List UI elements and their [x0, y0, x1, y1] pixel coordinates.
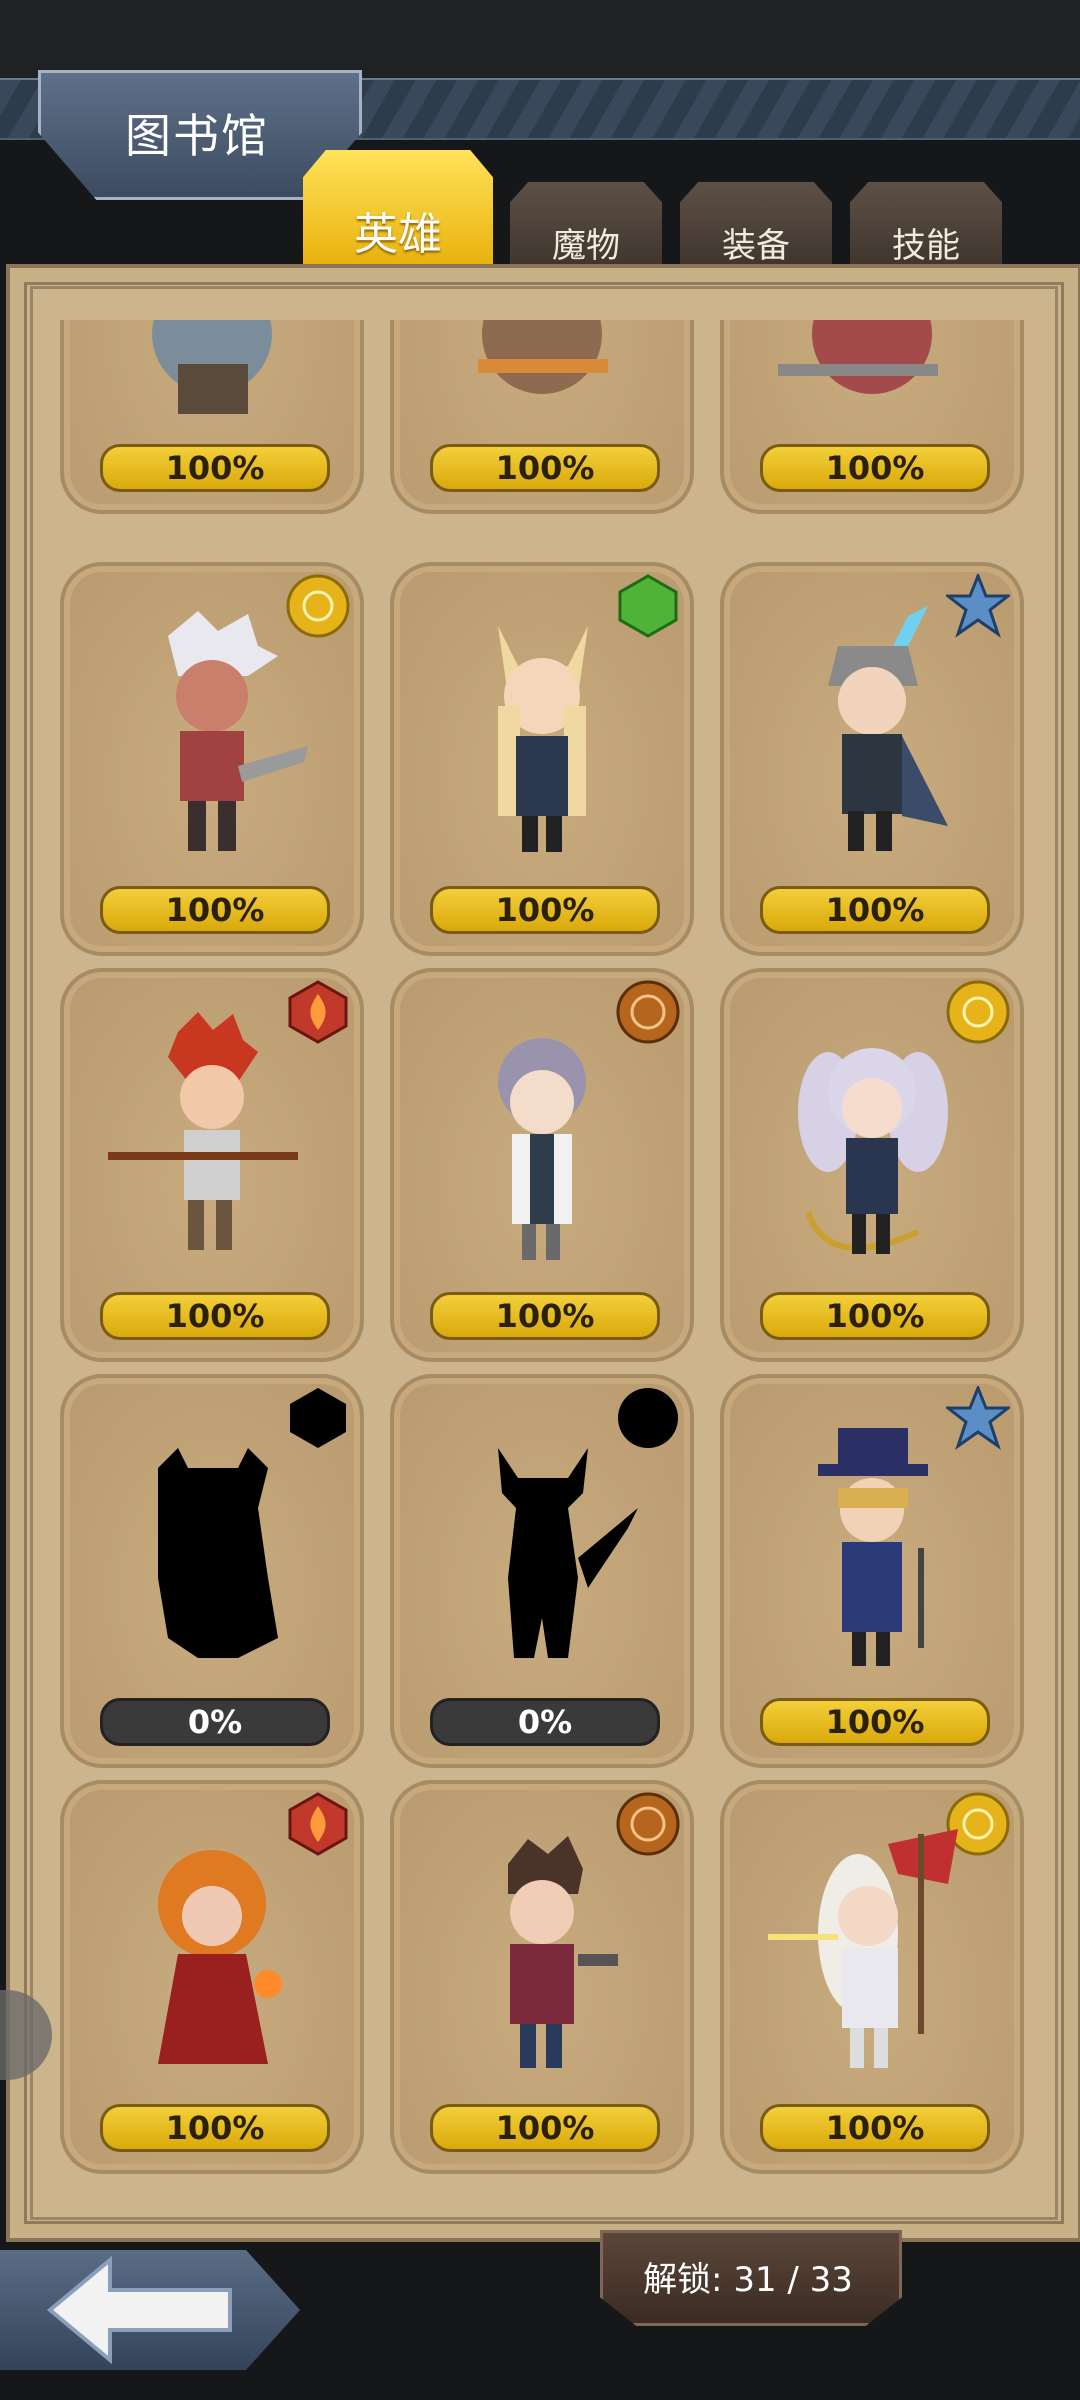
hero-portrait [152, 320, 272, 414]
hero-card-locked[interactable]: 0% [60, 1374, 364, 1768]
hero-portrait [768, 1829, 958, 2068]
hero-card[interactable]: 100% [60, 562, 364, 956]
completion-bar: 100% [100, 1292, 330, 1340]
completion-bar: 100% [430, 886, 660, 934]
completion-bar: 100% [760, 444, 990, 492]
back-button[interactable] [0, 2250, 300, 2370]
hero-portrait [508, 1836, 618, 2068]
hero-card[interactable]: 100% [390, 562, 694, 956]
page-title: 图书馆 [125, 109, 269, 163]
completion-bar: 100% [760, 2104, 990, 2152]
hero-portrait [798, 1048, 948, 1254]
hero-card[interactable]: 100% [60, 968, 364, 1362]
hero-card[interactable]: 100% [390, 1780, 694, 2174]
completion-bar: 100% [430, 1292, 660, 1340]
completion-bar: 100% [100, 2104, 330, 2152]
hero-card[interactable]: 100% [720, 1374, 1024, 1768]
tab-monsters[interactable]: 魔物 [510, 182, 662, 274]
hero-portrait [818, 1428, 928, 1666]
hero-card[interactable]: 100% [720, 1780, 1024, 2174]
tab-heroes-label: 英雄 [354, 209, 442, 260]
status-area [0, 0, 1080, 78]
completion-bar: 100% [430, 444, 660, 492]
hero-card[interactable]: 100% [60, 320, 364, 514]
hero-card-locked[interactable]: 0% [390, 1374, 694, 1768]
completion-bar: 100% [100, 444, 330, 492]
hero-card[interactable]: 100% [390, 320, 694, 514]
completion-bar: 0% [100, 1698, 330, 1746]
hero-card[interactable]: 100% [720, 968, 1024, 1362]
locked-silhouette [158, 1448, 278, 1658]
hero-portrait [158, 1850, 282, 2064]
tab-skills[interactable]: 技能 [850, 182, 1002, 274]
completion-bar: 100% [100, 886, 330, 934]
hero-portrait [498, 626, 588, 852]
hero-portrait [168, 611, 308, 851]
hero-card[interactable]: 100% [720, 562, 1024, 956]
hero-portrait [498, 1038, 586, 1260]
completion-bar: 100% [760, 886, 990, 934]
completion-bar: 0% [430, 1698, 660, 1746]
hero-grid[interactable]: 100% 100% 100% 100% 100% 100% 100% 100% … [40, 320, 1040, 2180]
hero-card[interactable]: 100% [60, 1780, 364, 2174]
unlock-count: 解锁: 31 / 33 [643, 2260, 853, 2300]
completion-bar: 100% [430, 2104, 660, 2152]
completion-bar: 100% [760, 1698, 990, 1746]
hero-portrait [778, 320, 938, 394]
hero-portrait [828, 606, 948, 851]
locked-silhouette [498, 1448, 638, 1658]
tab-equipment-label: 装备 [722, 226, 790, 266]
completion-bar: 100% [760, 1292, 990, 1340]
tab-skills-label: 技能 [892, 226, 960, 266]
hero-card[interactable]: 100% [390, 968, 694, 1362]
hero-portrait [478, 320, 608, 394]
tab-monsters-label: 魔物 [552, 226, 620, 266]
arrow-left-icon [46, 2255, 232, 2365]
tab-heroes[interactable]: 英雄 [303, 150, 493, 274]
hero-portrait [108, 1012, 298, 1250]
tab-equipment[interactable]: 装备 [680, 182, 832, 274]
hero-card[interactable]: 100% [720, 320, 1024, 514]
